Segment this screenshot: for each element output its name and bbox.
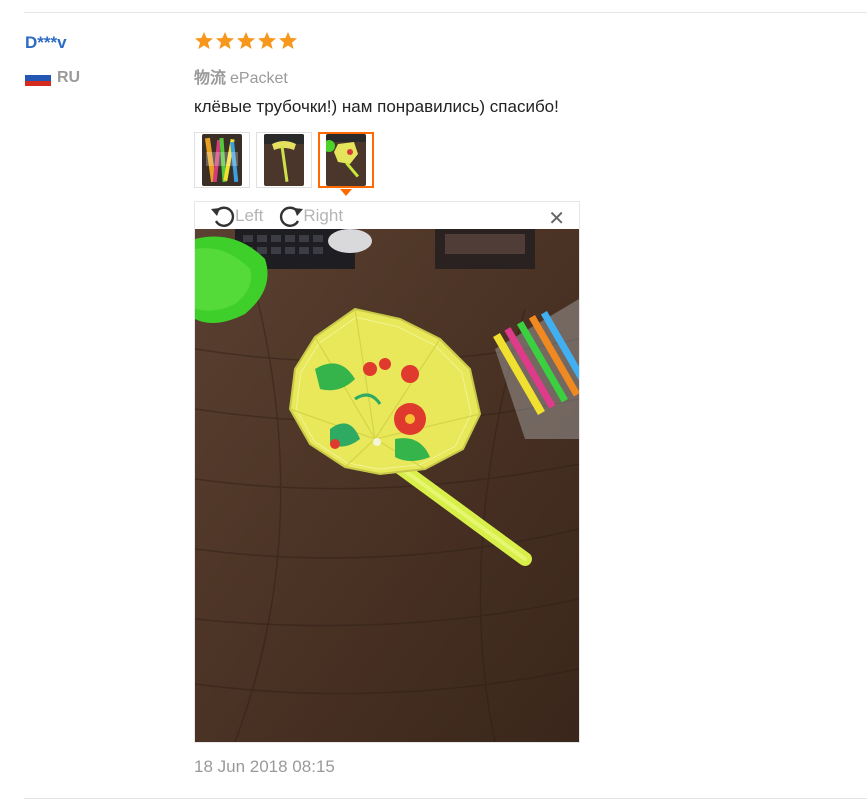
star-rating xyxy=(194,31,298,51)
star-icon xyxy=(195,32,213,49)
top-divider xyxy=(24,12,867,13)
photo-thumbnails xyxy=(194,132,374,196)
logistics-info: 物流 ePacket xyxy=(194,64,288,88)
reviewer-name[interactable]: D***v xyxy=(25,33,67,53)
rotate-right-icon xyxy=(280,206,304,227)
photo-thumbnail-image xyxy=(202,134,242,186)
photo-thumbnail-3[interactable] xyxy=(318,132,374,196)
country-code: RU xyxy=(57,69,81,86)
russia-flag-icon xyxy=(25,70,51,86)
reviewer-country: RU xyxy=(25,69,80,87)
photo-thumbnail-1[interactable] xyxy=(194,132,250,188)
star-icon xyxy=(237,32,255,49)
rotate-left-label: Left xyxy=(235,205,264,225)
rotate-left-icon xyxy=(211,206,235,227)
rotate-right-label: Right xyxy=(303,205,344,225)
rotate-right-button[interactable]: Right xyxy=(277,204,343,228)
logistics-label: 物流 xyxy=(194,70,227,87)
photo-viewer: Left Right ✕ xyxy=(194,201,580,743)
star-icon xyxy=(279,32,297,49)
photo-thumbnail-image xyxy=(264,134,304,186)
rotate-left-button[interactable]: Left xyxy=(209,204,263,228)
photo-viewer-toolbar: Left Right ✕ xyxy=(195,202,579,231)
bottom-divider xyxy=(24,798,867,799)
photo-thumbnail-2[interactable] xyxy=(256,132,312,188)
review-text: клёвые трубочки!) нам понравились) спаси… xyxy=(194,97,559,116)
active-thumbnail-caret xyxy=(340,189,352,196)
photo-thumbnail-image xyxy=(326,134,366,186)
close-icon[interactable]: ✕ xyxy=(548,206,565,231)
review-date: 18 Jun 2018 08:15 xyxy=(194,757,335,776)
review-photo xyxy=(195,229,579,742)
star-icon xyxy=(216,32,234,49)
star-icon xyxy=(258,32,276,49)
logistics-value: ePacket xyxy=(230,70,288,87)
